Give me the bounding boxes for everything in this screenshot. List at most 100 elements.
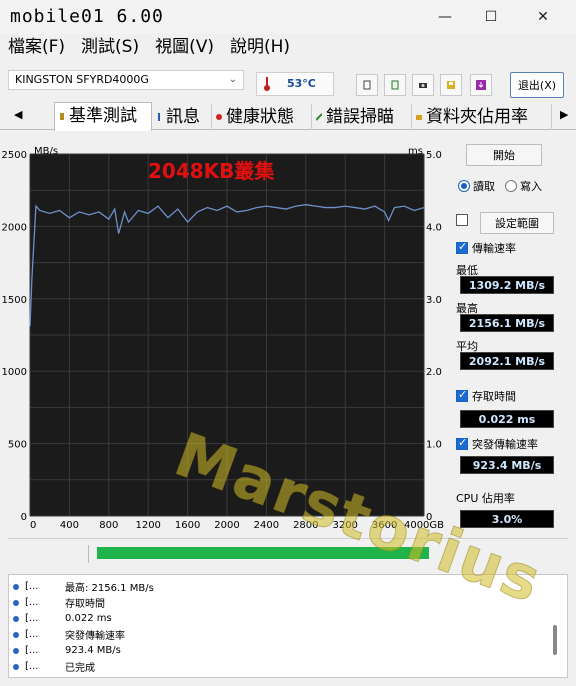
y-left-tick-label: 1000: [2, 367, 27, 378]
read-label: 讀取: [473, 180, 495, 193]
tab-error-scan[interactable]: 錯誤掃瞄: [312, 104, 412, 130]
control-panel: 開始 讀取 寫入 設定範圍 傳輸速率 最低 1309.2 MB/s 最高 215…: [450, 138, 570, 538]
log-item: [... 最高: 2156.1 MB/s: [13, 579, 154, 594]
screenshot-button[interactable]: [412, 74, 434, 96]
log-scrollbar[interactable]: [553, 625, 557, 655]
access-time-row: 存取時間: [456, 388, 516, 404]
drive-select[interactable]: KINGSTON SFYRD4000G ⌄: [8, 70, 244, 90]
title-bar: mobile01 6.00 — ☐ ✕: [0, 0, 576, 34]
y-left-tick-label: 2000: [2, 222, 27, 233]
tab-label: 資料夾佔用率: [426, 107, 528, 127]
copy-info-button[interactable]: [384, 74, 406, 96]
tab-scroll-right-icon[interactable]: ▶: [560, 108, 568, 121]
exit-button[interactable]: 退出(X): [510, 72, 564, 98]
log-text: 存取時間: [65, 599, 105, 610]
write-radio[interactable]: [505, 180, 517, 192]
y-left-tick-label: 1500: [2, 295, 27, 306]
tab-label: 訊息: [166, 107, 200, 127]
log-item: [... 0.022 ms: [13, 611, 112, 626]
log-item: [... 已完成: [13, 659, 95, 674]
thermometer-icon: [264, 77, 270, 91]
log-prefix: [...: [25, 645, 39, 656]
transfer-rate-checkbox[interactable]: [456, 240, 468, 254]
y-left-unit: MB/s: [34, 146, 58, 157]
log-text: 923.4 MB/s: [65, 645, 121, 656]
menu-file[interactable]: 檔案(F): [0, 34, 73, 60]
title-version: 6.00: [116, 6, 164, 27]
y-right-tick-label: 2.0: [426, 367, 442, 378]
y-right-tick-label: 4.0: [426, 222, 442, 233]
log-text: 突發傳輸速率: [65, 631, 125, 642]
menu-help[interactable]: 說明(H): [222, 34, 298, 60]
access-time-value: 0.022 ms: [460, 410, 554, 428]
y-left-tick-label: 2500: [2, 150, 27, 161]
folder-icon: [416, 115, 422, 120]
tab-label: 基準測試: [69, 106, 137, 126]
log-bullet-icon: [13, 615, 19, 622]
cpu-label: CPU 佔用率: [456, 492, 515, 505]
maximize-button[interactable]: ☐: [468, 4, 514, 30]
range-checkbox[interactable]: [456, 214, 468, 226]
log-bullet-icon: [13, 647, 19, 654]
tab-benchmark[interactable]: 基準測試: [54, 102, 152, 131]
y-right-tick-label: 5.0: [426, 150, 442, 161]
x-tick-label: 2000: [214, 520, 239, 531]
copy-icon: [391, 80, 399, 90]
y-left-tick-label: 0: [21, 512, 27, 523]
burst-rate-checkbox[interactable]: [456, 436, 468, 450]
x-tick-label: 400: [60, 520, 79, 531]
chart-title: 2048KB叢集: [148, 159, 275, 183]
log-prefix: [...: [25, 613, 39, 624]
log-text: 最高: 2156.1 MB/s: [65, 583, 154, 594]
range-checkbox-row: [456, 214, 468, 226]
write-label: 寫入: [520, 180, 542, 193]
log-bullet-icon: [13, 631, 19, 638]
read-radio[interactable]: [458, 180, 470, 192]
temperature-display: 53°C: [256, 72, 334, 96]
log-prefix: [...: [25, 581, 39, 592]
temperature-value: 53°C: [287, 77, 316, 90]
close-button[interactable]: ✕: [520, 4, 566, 30]
log-item: [... 存取時間: [13, 595, 105, 610]
transfer-rate-label: 傳輸速率: [472, 242, 516, 255]
tab-health[interactable]: 健康狀態: [212, 104, 312, 130]
start-button[interactable]: 開始: [466, 144, 542, 166]
menu-test[interactable]: 測試(S): [73, 34, 147, 60]
transfer-rate-row: 傳輸速率: [456, 240, 516, 256]
tab-folder-usage[interactable]: 資料夾佔用率: [412, 104, 552, 130]
menu-view[interactable]: 視圖(V): [147, 34, 222, 60]
menu-bar: 檔案(F) 測試(S) 視圖(V) 說明(H): [0, 34, 576, 60]
scan-icon: [316, 113, 322, 121]
log-prefix: [...: [25, 661, 39, 672]
avg-value: 2092.1 MB/s: [460, 352, 554, 370]
toolbar: KINGSTON SFYRD4000G ⌄ 53°C 退出(X): [0, 62, 576, 102]
heart-icon: [216, 114, 222, 120]
camera-icon: [419, 83, 427, 88]
save-button[interactable]: [440, 74, 462, 96]
tab-label: 健康狀態: [226, 107, 294, 127]
log-prefix: [...: [25, 629, 39, 640]
log-item: [... 突發傳輸速率: [13, 627, 125, 642]
download-button[interactable]: [470, 74, 492, 96]
y-right-unit: ms: [408, 146, 423, 157]
min-value: 1309.2 MB/s: [460, 276, 554, 294]
log-item: [... 923.4 MB/s: [13, 643, 121, 658]
log-bullet-icon: [13, 663, 19, 670]
copy-text-button[interactable]: [356, 74, 378, 96]
access-time-checkbox[interactable]: [456, 388, 468, 402]
tab-label: 錯誤掃瞄: [326, 107, 394, 127]
x-tick-label: 1600: [175, 520, 200, 531]
log-bullet-icon: [13, 599, 19, 606]
y-right-tick-label: 3.0: [426, 295, 442, 306]
tab-scroll-left-icon[interactable]: ◀: [14, 108, 22, 121]
save-icon: [447, 81, 455, 89]
minimize-button[interactable]: —: [422, 4, 468, 30]
title-prefix: mobile01: [10, 6, 117, 27]
tab-info[interactable]: 訊息: [152, 104, 212, 130]
download-icon: [476, 80, 486, 90]
x-tick-label: 800: [99, 520, 118, 531]
tab-bar: ◀ 基準測試 訊息 健康狀態 錯誤掃瞄 資料夾佔用率 ▶: [0, 102, 576, 131]
x-tick-label: 1200: [135, 520, 160, 531]
burst-rate-row: 突發傳輸速率: [456, 436, 538, 452]
set-range-button[interactable]: 設定範圍: [480, 212, 554, 234]
